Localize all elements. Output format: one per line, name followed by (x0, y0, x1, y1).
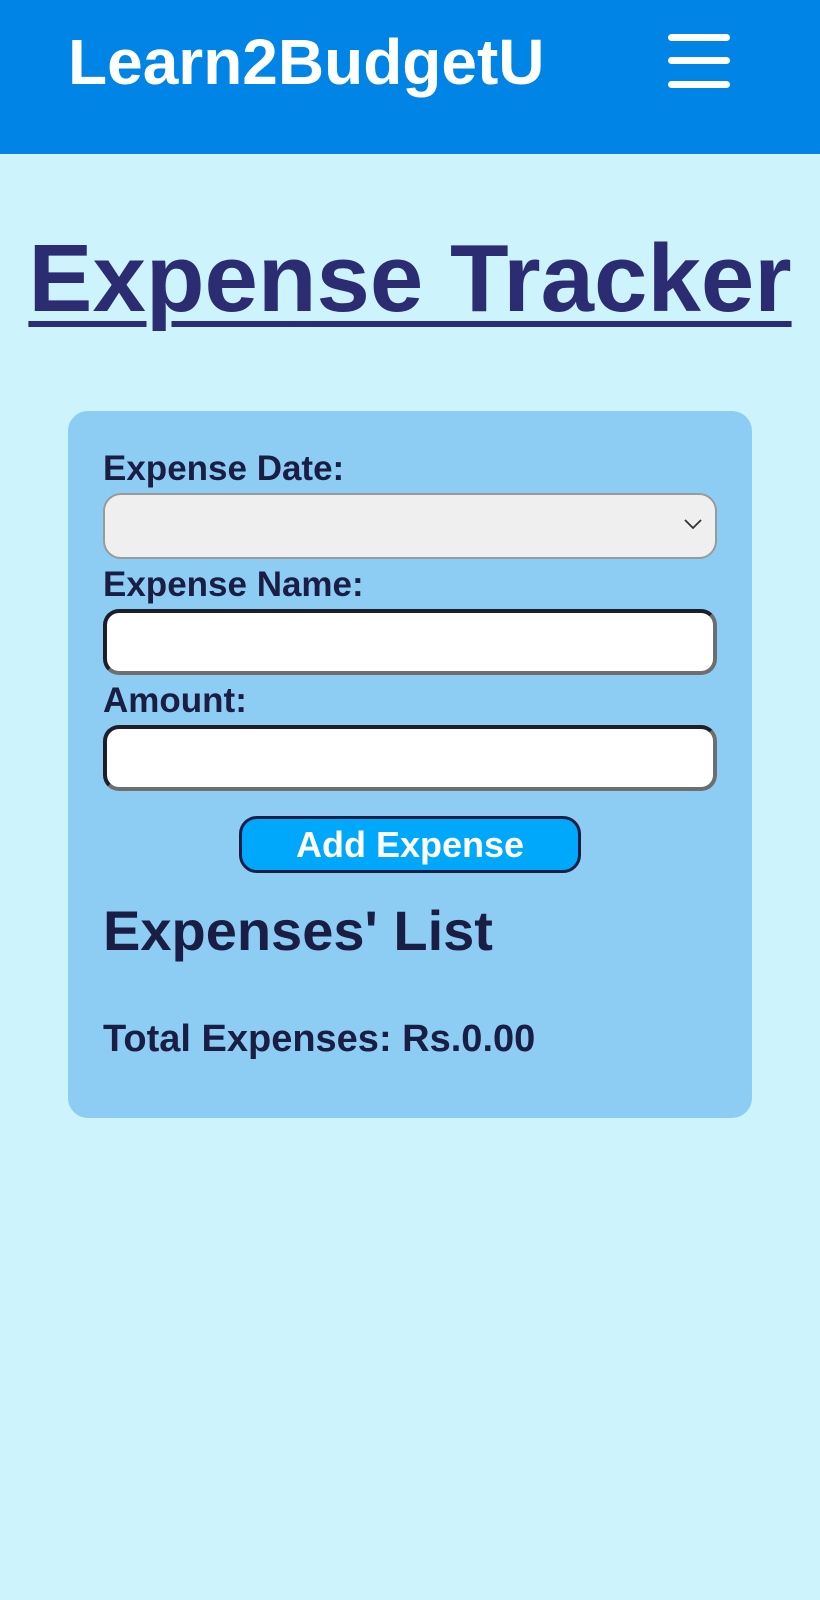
total-expenses-label: Total Expenses: (103, 1018, 403, 1060)
brand-logo-text[interactable]: Learn2BudgetU (68, 24, 545, 100)
amount-label: Amount: (103, 681, 247, 720)
expense-name-label: Expense Name: (103, 565, 364, 604)
top-navbar: Learn2BudgetU (0, 0, 820, 154)
hamburger-menu-icon[interactable] (668, 34, 730, 88)
chevron-down-icon (684, 519, 702, 530)
add-expense-button[interactable]: Add Expense (239, 816, 581, 873)
expense-date-select[interactable] (103, 493, 717, 559)
menu-bar-top (668, 34, 730, 41)
menu-bar-bottom (668, 81, 730, 88)
amount-input[interactable] (103, 725, 717, 791)
expense-form-card: Expense Date: Expense Name: Amount: Add … (68, 411, 752, 1118)
expense-date-label: Expense Date: (103, 449, 345, 488)
expense-name-input[interactable] (103, 609, 717, 675)
menu-bar-middle (668, 57, 730, 64)
total-expenses: Total Expenses: Rs.0.00 (103, 1017, 535, 1061)
page-title: Expense Tracker (28, 225, 792, 332)
total-expenses-value: Rs.0.00 (402, 1018, 536, 1060)
expenses-list-heading: Expenses' List (103, 899, 493, 962)
